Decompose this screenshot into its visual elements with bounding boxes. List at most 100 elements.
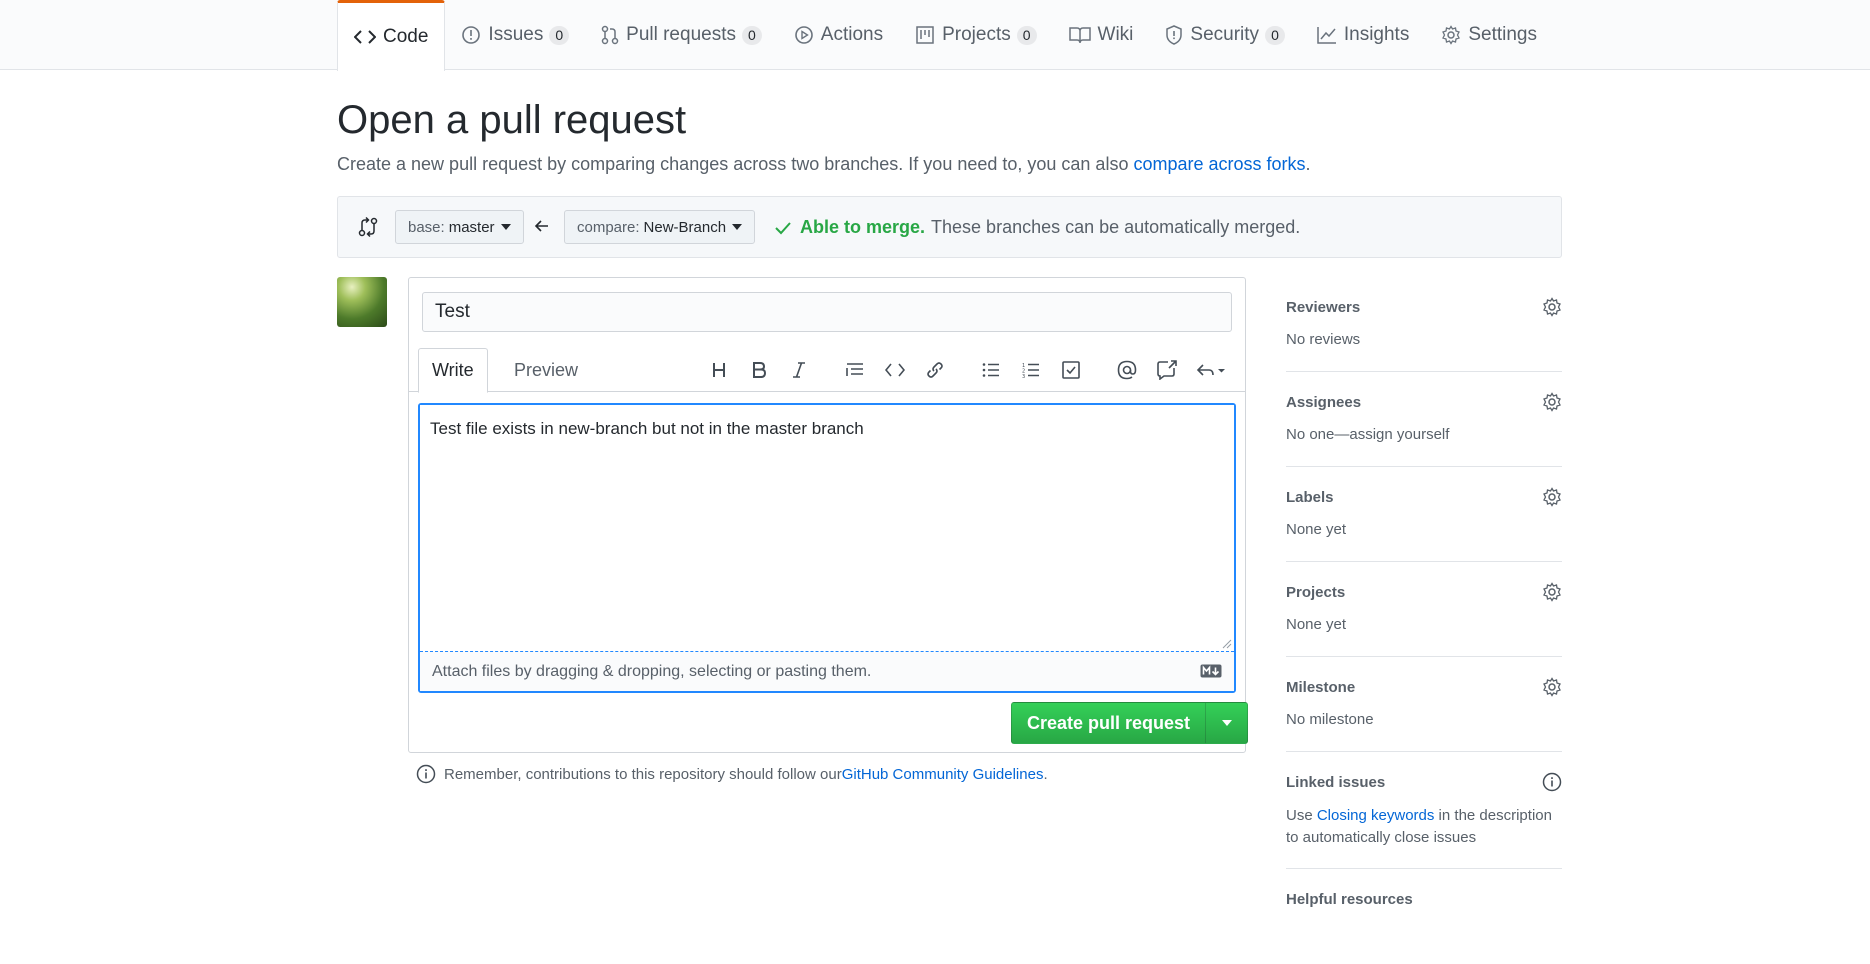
- sidebar-assignees: Assignees No one—assign yourself: [1286, 372, 1562, 467]
- compare-branch: New-Branch: [643, 218, 727, 236]
- reviewers-gear-icon[interactable]: [1542, 297, 1562, 317]
- resize-handle-icon[interactable]: [1222, 639, 1232, 649]
- comment-body-wrapper: Test file exists in new-branch but not i…: [418, 403, 1236, 693]
- tab-issues[interactable]: Issues 0: [445, 0, 585, 70]
- closing-keywords-link[interactable]: Closing keywords: [1317, 807, 1435, 824]
- subtitle-suffix: .: [1305, 154, 1311, 174]
- tab-settings[interactable]: Settings: [1425, 0, 1553, 70]
- check-icon: [775, 221, 791, 234]
- compare-icon: [358, 216, 378, 238]
- tab-label: Wiki: [1097, 24, 1134, 45]
- tab-security[interactable]: Security 0: [1149, 0, 1300, 70]
- milestone-label: Milestone: [1286, 679, 1356, 696]
- base-prefix: base:: [408, 218, 445, 236]
- tab-pull-requests[interactable]: Pull requests 0: [585, 0, 778, 70]
- bullet-list-button[interactable]: [971, 355, 1011, 385]
- info-icon: [416, 764, 436, 784]
- issues-counter: 0: [549, 25, 570, 45]
- pr-sidebar: Reviewers No reviews Assignees No one—as…: [1286, 277, 1562, 964]
- tab-label: Insights: [1343, 24, 1410, 45]
- pull-request-form: Write Preview 123 Test file exists in ne…: [408, 277, 1249, 753]
- assignees-gear-icon[interactable]: [1542, 392, 1562, 412]
- milestone-value: No milestone: [1286, 711, 1374, 728]
- compare-forks-link[interactable]: compare across forks: [1133, 154, 1305, 174]
- sidebar-labels: Labels None yet: [1286, 467, 1562, 562]
- header-button[interactable]: [699, 355, 739, 385]
- code-icon: [885, 363, 905, 377]
- create-pull-request-button[interactable]: Create pull request: [1011, 702, 1207, 744]
- reviewers-value: No reviews: [1286, 331, 1361, 348]
- tab-label: Actions: [820, 24, 884, 45]
- graph-icon: [1317, 27, 1336, 44]
- sidebar-milestone: Milestone No milestone: [1286, 657, 1562, 752]
- compare-branch-button[interactable]: compare: New-Branch: [564, 210, 756, 244]
- mention-icon: [1117, 360, 1137, 380]
- reply-button[interactable]: [1187, 355, 1235, 385]
- projects-gear-icon[interactable]: [1542, 582, 1562, 602]
- guidelines-text: Remember, contributions to this reposito…: [444, 765, 842, 783]
- tab-write[interactable]: Write: [418, 348, 488, 393]
- tab-divider: [409, 391, 1245, 392]
- repo-nav: Code Issues 0 Pull requests 0 Actions Pr…: [0, 0, 1870, 71]
- mention-button[interactable]: [1107, 355, 1147, 385]
- tab-label: Projects: [942, 24, 1011, 45]
- reviewers-label: Reviewers: [1286, 299, 1361, 316]
- svg-text:3: 3: [1022, 374, 1025, 378]
- reply-icon: [1196, 364, 1225, 376]
- repo-tabs: Code Issues 0 Pull requests 0 Actions Pr…: [337, 0, 1553, 71]
- tab-preview[interactable]: Preview: [501, 348, 591, 392]
- link-button[interactable]: [915, 355, 955, 385]
- tab-wiki[interactable]: Wiki: [1053, 0, 1150, 70]
- project-icon: [916, 26, 934, 44]
- bold-button[interactable]: [739, 355, 779, 385]
- linked-pre: Use: [1286, 807, 1317, 824]
- tab-actions[interactable]: Actions: [778, 0, 899, 70]
- reference-button[interactable]: [1147, 355, 1187, 385]
- code-icon: [354, 30, 376, 44]
- numbered-list-icon: 123: [1022, 363, 1039, 378]
- markdown-icon[interactable]: [1200, 664, 1222, 678]
- branch-range-editor: base: master compare: New-Branch Able to…: [337, 196, 1562, 258]
- create-options-dropdown[interactable]: [1206, 702, 1249, 744]
- info-icon[interactable]: [1542, 772, 1562, 792]
- quote-button[interactable]: [835, 355, 875, 385]
- markdown-toolbar: 123: [699, 355, 1235, 385]
- assignees-value[interactable]: No one—assign yourself: [1286, 426, 1449, 443]
- title-input[interactable]: [422, 292, 1232, 332]
- bold-icon: [753, 362, 767, 378]
- attach-text: Attach files by dragging & dropping, sel…: [432, 662, 872, 680]
- comment-body-input[interactable]: Test file exists in new-branch but not i…: [420, 405, 1234, 651]
- code-button[interactable]: [875, 355, 915, 385]
- milestone-gear-icon[interactable]: [1542, 677, 1562, 697]
- tab-insights[interactable]: Insights: [1301, 0, 1425, 70]
- numbered-list-button[interactable]: 123: [1011, 355, 1051, 385]
- base-branch: master: [448, 218, 495, 236]
- base-branch-button[interactable]: base: master: [395, 210, 524, 244]
- page-subtitle: Create a new pull request by comparing c…: [337, 154, 1311, 175]
- book-icon: [1068, 27, 1091, 44]
- merge-status: Able to merge. These branches can be aut…: [774, 217, 1300, 238]
- helpful-resources-label: Helpful resources: [1286, 891, 1413, 908]
- task-list-icon: [1062, 361, 1080, 379]
- tab-label: Issues: [488, 24, 544, 45]
- community-guidelines-link[interactable]: GitHub Community Guidelines: [842, 766, 1044, 783]
- pull-requests-counter: 0: [741, 25, 762, 45]
- tab-label: Settings: [1468, 24, 1537, 45]
- sidebar-helpful-resources: Helpful resources: [1286, 869, 1562, 964]
- sidebar-projects: Projects None yet: [1286, 562, 1562, 657]
- task-list-button[interactable]: [1051, 355, 1091, 385]
- chevron-down-icon: [732, 224, 743, 230]
- header-icon: [713, 363, 725, 377]
- chevron-down-icon: [500, 224, 511, 230]
- file-attachment-dropzone[interactable]: Attach files by dragging & dropping, sel…: [420, 651, 1234, 691]
- play-icon: [794, 26, 813, 44]
- labels-gear-icon[interactable]: [1542, 487, 1562, 507]
- avatar[interactable]: [337, 277, 387, 327]
- italic-icon: [793, 362, 805, 378]
- tab-projects[interactable]: Projects 0: [899, 0, 1052, 70]
- tab-code[interactable]: Code: [337, 0, 446, 71]
- bullet-list-icon: [982, 363, 999, 377]
- tab-label: Pull requests: [626, 24, 736, 45]
- italic-button[interactable]: [779, 355, 819, 385]
- labels-label: Labels: [1286, 489, 1334, 506]
